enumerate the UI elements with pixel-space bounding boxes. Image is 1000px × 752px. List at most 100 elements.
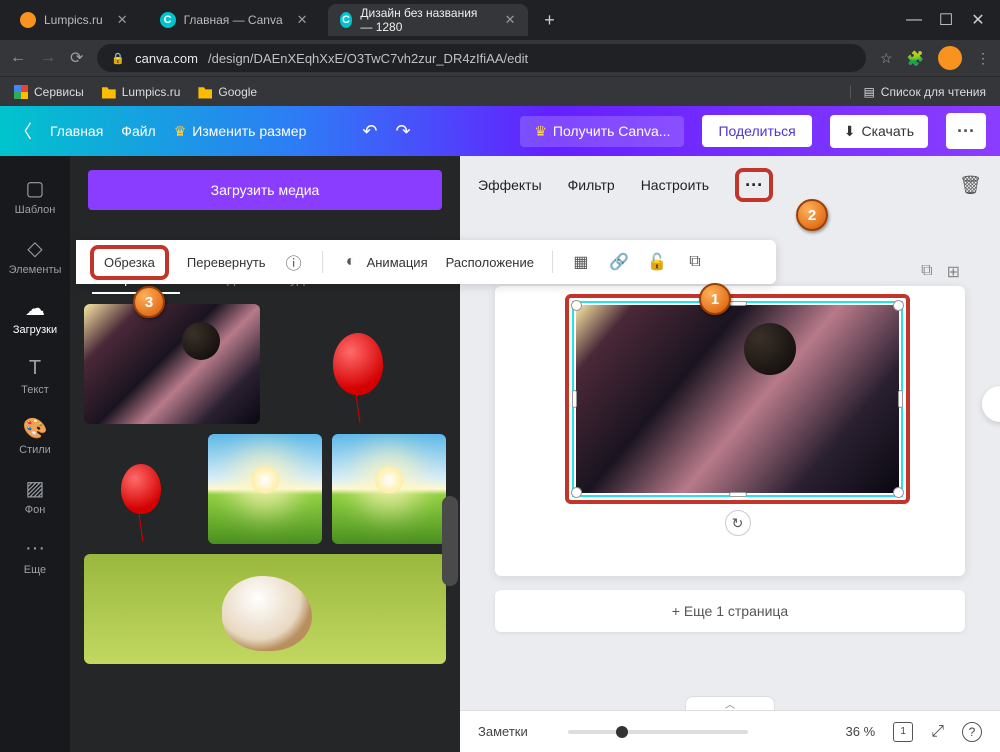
thumb-sunrise-2[interactable] <box>332 434 446 544</box>
bookmark-lumpics[interactable]: Lumpics.ru <box>102 85 181 99</box>
resize-handle-tr[interactable] <box>893 300 904 311</box>
notes-button[interactable]: Заметки <box>478 724 528 739</box>
redo-icon[interactable]: ↷ <box>395 121 410 142</box>
rail-background[interactable]: ▨Фон <box>0 466 70 526</box>
crop-button[interactable]: Обрезка <box>90 245 169 280</box>
uploads-icon: ☁ <box>23 296 47 320</box>
forward-icon[interactable]: → <box>40 49 56 67</box>
resize-handle-bl[interactable] <box>571 487 582 498</box>
thumb-space[interactable] <box>84 304 260 424</box>
thumb-sunrise-1[interactable] <box>208 434 322 544</box>
toolbar-more-button[interactable]: ··· <box>735 168 773 202</box>
close-tab-icon[interactable]: ✕ <box>505 12 516 28</box>
download-button[interactable]: ⬇Скачать <box>830 115 928 148</box>
pages-collapse-button[interactable]: ︿ <box>685 696 775 710</box>
resize-handle-top[interactable] <box>729 301 747 306</box>
thumb-dog[interactable] <box>84 554 446 664</box>
extension-icon[interactable]: 🧩 <box>907 50 924 67</box>
adjust-button[interactable]: Настроить <box>641 177 709 193</box>
panel-scrollbar[interactable] <box>442 496 458 586</box>
tab-canva-design[interactable]: C Дизайн без названия — 1280 ✕ <box>328 4 528 36</box>
more-icon: ··· <box>23 536 47 560</box>
animation-icon: ◐ <box>341 253 361 271</box>
canva-header: 〈 Главная Файл ♛Изменить размер ↶ ↷ ♛Пол… <box>0 106 1000 156</box>
effects-button[interactable]: Эффекты <box>478 177 542 193</box>
crown-icon: ♛ <box>534 123 547 140</box>
tab-title: Lumpics.ru <box>44 13 103 27</box>
url-path: /design/DAEnXEqhXxE/O3TwC7vh2zur_DR4zIfi… <box>208 51 528 66</box>
annotation-marker-2: 2 <box>796 199 828 231</box>
rail-templates[interactable]: ▢Шаблон <box>0 166 70 226</box>
zoom-slider[interactable] <box>568 730 748 734</box>
trash-icon[interactable]: 🗑 <box>959 175 982 196</box>
filter-button[interactable]: Фильтр <box>568 177 615 193</box>
resize-handle-tl[interactable] <box>571 300 582 311</box>
favicon-canva: C <box>340 12 353 28</box>
thumb-balloon-small[interactable] <box>84 434 198 544</box>
star-icon[interactable]: ☆ <box>880 50 893 67</box>
list-icon: ▤ <box>863 85 874 99</box>
get-canva-button[interactable]: ♛Получить Canva... <box>520 116 684 147</box>
info-icon[interactable]: ⓘ <box>284 250 304 274</box>
transparency-icon[interactable]: ▦ <box>571 252 591 272</box>
tab-canva-home[interactable]: C Главная — Canva ✕ <box>148 4 320 36</box>
header-more-button[interactable]: ··· <box>946 113 986 149</box>
profile-avatar[interactable] <box>938 46 962 70</box>
annotation-marker-3: 3 <box>133 286 165 318</box>
url-input[interactable]: 🔒 canva.com/design/DAEnXEqhXxE/O3TwC7vh2… <box>97 44 866 72</box>
zoom-thumb[interactable] <box>616 726 628 738</box>
rail-more[interactable]: ···Еще <box>0 526 70 586</box>
minimize-icon[interactable]: — <box>908 10 920 30</box>
address-bar: ← → ⟳ 🔒 canva.com/design/DAEnXEqhXxE/O3T… <box>0 40 1000 76</box>
reading-list-button[interactable]: ▤Список для чтения <box>850 85 986 99</box>
help-float-button[interactable] <box>982 386 1000 422</box>
resize-button[interactable]: ♛Изменить размер <box>174 123 307 140</box>
new-tab-button[interactable]: + <box>536 6 564 34</box>
maximize-icon[interactable]: ☐ <box>940 10 952 30</box>
home-button[interactable]: Главная <box>50 123 103 139</box>
animation-button[interactable]: ◐Анимация <box>341 253 428 271</box>
resize-handle-right[interactable] <box>898 390 903 408</box>
reload-icon[interactable]: ⟳ <box>70 48 83 68</box>
crown-icon: ♛ <box>174 123 187 140</box>
add-page-button[interactable]: + Еще 1 страница <box>495 590 965 632</box>
canvas-page[interactable]: ↻ <box>495 286 965 576</box>
fullscreen-icon[interactable]: ⤢ <box>931 723 944 741</box>
folder-icon <box>198 85 212 99</box>
rail-text[interactable]: TТекст <box>0 346 70 406</box>
share-button[interactable]: Поделиться <box>702 115 811 147</box>
back-home-icon[interactable]: 〈 <box>14 118 32 144</box>
close-tab-icon[interactable]: ✕ <box>117 12 128 28</box>
back-icon[interactable]: ← <box>10 49 26 67</box>
duplicate-page-icon[interactable]: ⧉ <box>921 262 932 282</box>
position-button[interactable]: Расположение <box>446 255 534 270</box>
bookmark-google[interactable]: Google <box>198 85 257 99</box>
lock-icon[interactable]: 🔓 <box>647 252 667 272</box>
rail-uploads[interactable]: ☁Загрузки <box>0 286 70 346</box>
undo-icon[interactable]: ↶ <box>362 121 377 142</box>
rail-elements[interactable]: ◇Элементы <box>0 226 70 286</box>
selected-image[interactable]: ↻ <box>565 294 910 504</box>
resize-handle-left[interactable] <box>572 390 577 408</box>
rail-styles[interactable]: 🎨Стили <box>0 406 70 466</box>
page-count-icon[interactable]: 1 <box>893 722 913 742</box>
thumb-balloon-large[interactable] <box>270 304 446 424</box>
copy-icon[interactable]: ⧉ <box>685 253 705 271</box>
rotate-handle[interactable]: ↻ <box>725 510 751 536</box>
add-page-icon[interactable]: ⊞ <box>947 262 960 282</box>
close-icon[interactable]: ✕ <box>972 10 984 30</box>
flip-button[interactable]: Перевернуть <box>187 255 266 270</box>
upload-media-button[interactable]: Загрузить медиа <box>88 170 442 210</box>
help-icon[interactable]: ? <box>962 722 982 742</box>
apps-bookmark[interactable]: Сервисы <box>14 85 84 99</box>
resize-handle-br[interactable] <box>893 487 904 498</box>
file-button[interactable]: Файл <box>121 123 155 139</box>
templates-icon: ▢ <box>23 176 47 200</box>
link-icon[interactable]: 🔗 <box>609 252 629 272</box>
menu-icon[interactable]: ⋮ <box>976 50 990 67</box>
contextual-toolbar: Обрезка Перевернуть ⓘ ◐Анимация Располож… <box>76 240 776 284</box>
close-tab-icon[interactable]: ✕ <box>297 12 308 28</box>
divider <box>322 251 323 273</box>
resize-handle-bottom[interactable] <box>729 492 747 497</box>
tab-lumpics[interactable]: Lumpics.ru ✕ <box>8 4 140 36</box>
